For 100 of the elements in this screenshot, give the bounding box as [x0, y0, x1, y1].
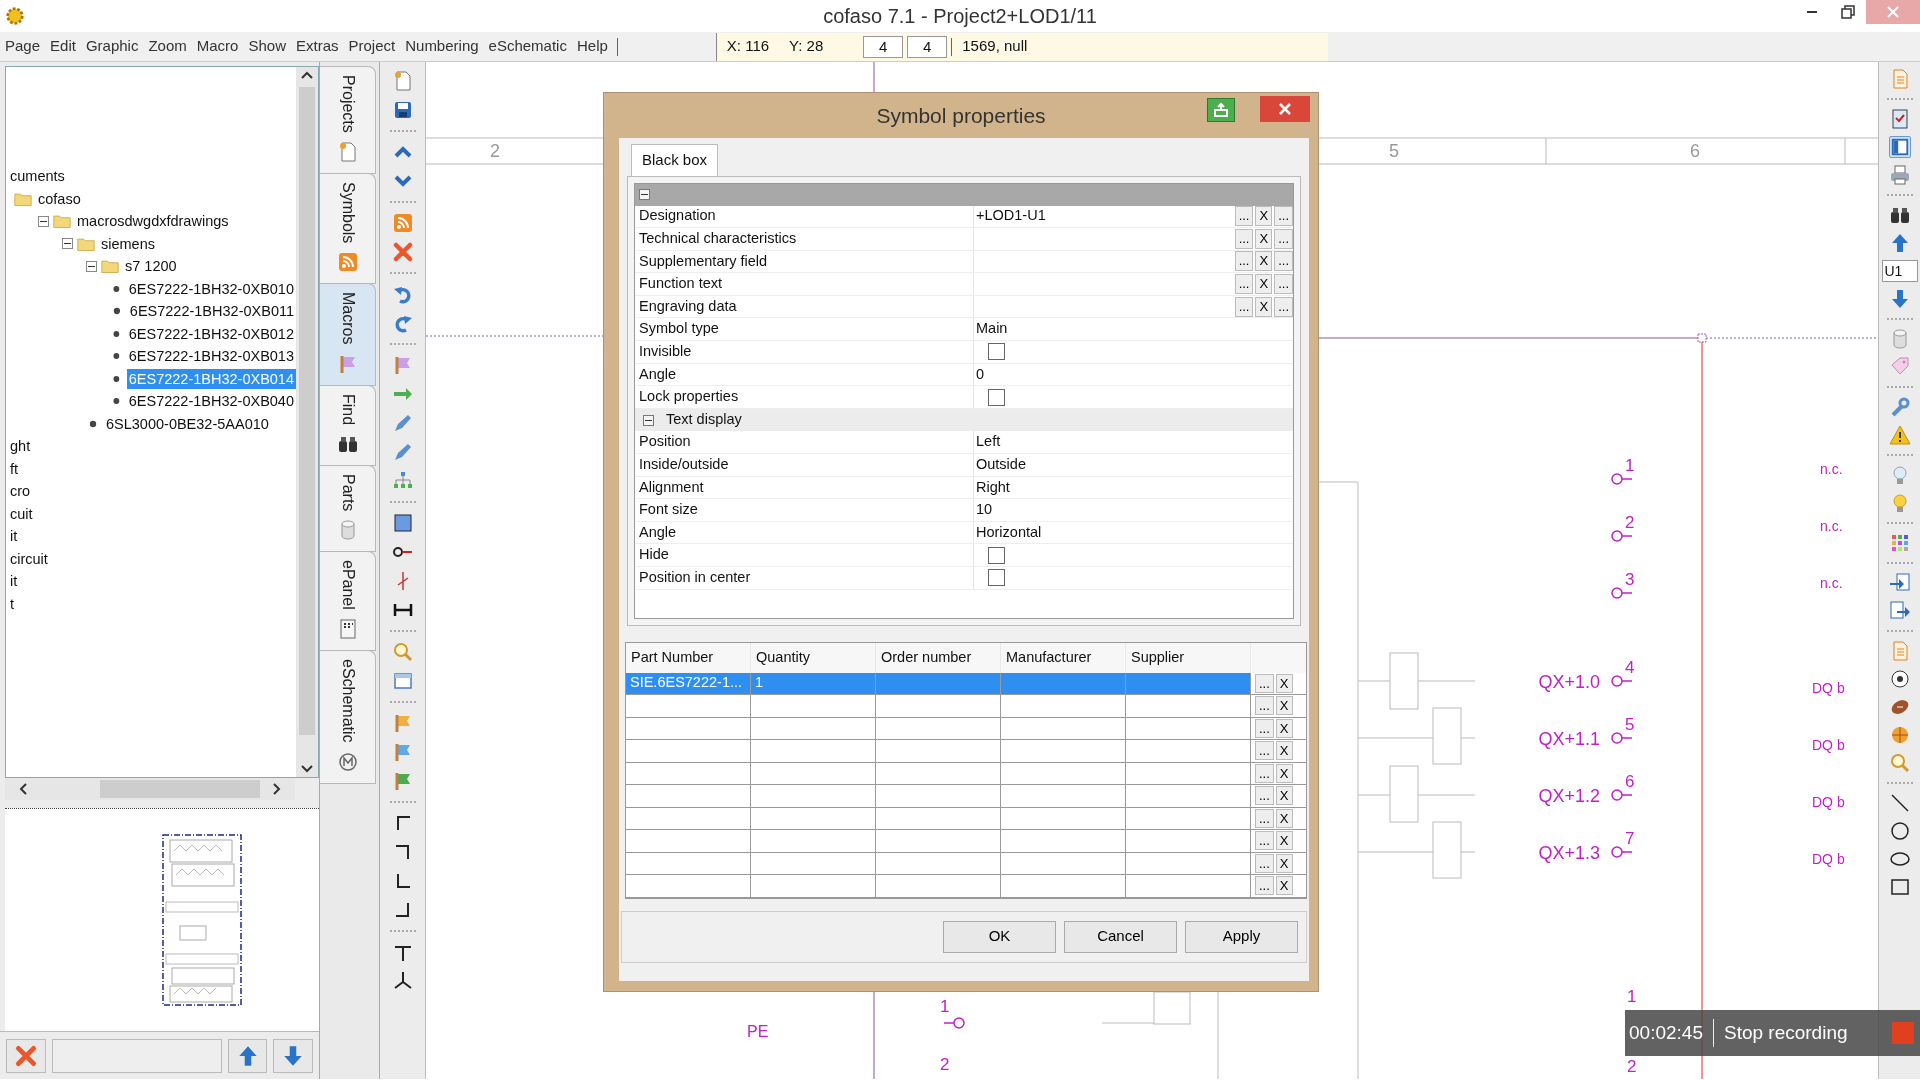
tree-item[interactable]: cuit [8, 503, 35, 524]
warning-icon[interactable] [1888, 424, 1911, 446]
tree-item[interactable]: siemens [99, 233, 157, 254]
field-action-button[interactable]: ... [1274, 206, 1293, 227]
search-icon[interactable] [391, 641, 414, 663]
collapse-toggle[interactable] [86, 260, 97, 272]
field-action-button[interactable]: X [1255, 296, 1273, 317]
tree-item[interactable]: 6ES7222-1BH32-0XB012 [126, 323, 296, 344]
row-action-button[interactable]: X [1275, 853, 1293, 873]
field-action-button[interactable]: ... [1234, 228, 1254, 249]
column-header[interactable]: Manufacturer [1001, 642, 1126, 673]
table-cell[interactable] [876, 672, 1001, 694]
panel-icon[interactable] [1888, 136, 1911, 158]
row-action-button[interactable]: ... [1255, 718, 1274, 738]
row-action-button[interactable]: X [1275, 718, 1293, 738]
import-icon[interactable] [1888, 572, 1911, 594]
row-action-button[interactable]: ... [1255, 831, 1274, 851]
menu-item[interactable]: eSchematic [483, 35, 572, 58]
field-action-button[interactable]: X [1255, 274, 1273, 295]
row-action-button[interactable]: X [1275, 876, 1293, 896]
row-action-button[interactable]: ... [1255, 876, 1274, 896]
grid-field[interactable]: 4 [907, 35, 948, 58]
row-action-button[interactable]: X [1275, 831, 1293, 851]
ball-icon[interactable] [1888, 668, 1911, 690]
menu-item[interactable]: Extras [291, 35, 344, 58]
field-action-button[interactable]: ... [1234, 274, 1254, 295]
menu-item[interactable]: Numbering [400, 35, 484, 58]
field-action-button[interactable]: X [1255, 228, 1273, 249]
table-cell[interactable] [1126, 672, 1251, 694]
tree-item[interactable]: ght [8, 436, 33, 457]
search-icon[interactable] [1888, 752, 1911, 774]
collapse-toggle[interactable] [62, 238, 73, 250]
checkbox[interactable] [988, 569, 1005, 587]
selection-square-icon[interactable] [391, 512, 414, 534]
rectangle-tool-icon[interactable] [1888, 876, 1911, 898]
collapse-toggle[interactable] [643, 414, 654, 426]
table-cell[interactable] [1001, 672, 1126, 694]
side-tab[interactable]: Find [320, 384, 376, 466]
tree-item[interactable]: 6ES7222-1BH32-0XB040 [126, 391, 296, 412]
grid-field[interactable]: 4 [863, 35, 904, 58]
delete-button[interactable] [6, 1038, 46, 1073]
collapse-toggle[interactable] [639, 189, 650, 200]
property-value[interactable]: Left [976, 431, 1001, 454]
tree-item[interactable]: cofaso [36, 188, 83, 209]
tree-item[interactable]: 6ES7222-1BH32-0XB013 [126, 346, 296, 367]
side-tab[interactable]: Projects [320, 66, 376, 174]
dialog-button[interactable]: Cancel [1064, 920, 1177, 953]
row-action-button[interactable]: X [1275, 741, 1293, 761]
property-value[interactable]: Outside [976, 453, 1026, 476]
move-down-button[interactable] [273, 1038, 313, 1073]
property-value[interactable]: Main [976, 318, 1008, 341]
row-action-button[interactable]: ... [1255, 673, 1274, 693]
tree-item[interactable]: cro [8, 481, 33, 502]
tree-item[interactable]: 6ES7222-1BH32-0XB010 [126, 278, 296, 299]
tree-item[interactable]: 6ES7222-1BH32-0XB011 [127, 301, 296, 322]
menu-item[interactable]: Macro [191, 35, 244, 58]
field-action-button[interactable]: X [1255, 251, 1273, 272]
scroll-right-icon[interactable] [273, 783, 281, 795]
property-value[interactable]: Right [976, 476, 1010, 499]
rss-icon[interactable] [391, 212, 414, 234]
row-action-button[interactable]: ... [1255, 696, 1274, 716]
field-action-button[interactable]: ... [1274, 296, 1293, 317]
tree-item[interactable]: it [8, 571, 20, 592]
collapse-toggle[interactable] [38, 215, 49, 227]
scroll-up-icon[interactable] [301, 71, 313, 79]
tree-item[interactable]: circuit [8, 548, 50, 569]
row-action-button[interactable]: X [1275, 786, 1293, 806]
cross-mark-icon[interactable] [391, 241, 414, 263]
input-field[interactable] [51, 1038, 222, 1073]
tree-item[interactable]: 6SL3000-0BE32-5AA010 [104, 413, 271, 434]
row-action-button[interactable]: ... [1255, 741, 1274, 761]
menu-item[interactable]: Project [343, 35, 401, 58]
menu-item[interactable]: Show [243, 35, 291, 58]
export-button[interactable] [1207, 98, 1235, 122]
property-value[interactable]: +LOD1-U1 [976, 207, 1046, 224]
row-action-button[interactable]: X [1275, 808, 1293, 828]
field-action-button[interactable]: ... [1234, 296, 1254, 317]
page-field[interactable]: U1 [1881, 260, 1918, 282]
column-header[interactable]: Quantity [751, 642, 876, 673]
menu-item[interactable]: Edit [45, 35, 81, 58]
field-action-button[interactable]: ... [1234, 206, 1254, 227]
menu-item[interactable]: Page [0, 35, 46, 58]
row-action-button[interactable]: X [1275, 673, 1293, 693]
tree-item[interactable]: cuments [8, 166, 67, 187]
property-value[interactable]: Horizontal [976, 521, 1042, 544]
column-header[interactable]: Order number [876, 642, 1001, 673]
field-action-button[interactable]: X [1255, 206, 1273, 227]
vertical-scrollbar[interactable] [296, 67, 318, 777]
printer-icon[interactable] [1888, 164, 1911, 186]
tree-item[interactable]: s7 1200 [123, 256, 179, 277]
stop-recording-link[interactable]: Stop recording [1713, 1018, 1892, 1048]
row-action-button[interactable]: X [1275, 696, 1293, 716]
side-tab[interactable]: Macros [320, 283, 376, 386]
line-tool-icon[interactable] [1888, 792, 1911, 814]
checkbox[interactable] [988, 343, 1005, 361]
checkbox[interactable] [988, 546, 1005, 564]
field-action-button[interactable]: ... [1234, 251, 1254, 272]
tree-item[interactable]: ft [8, 458, 21, 479]
tree-item[interactable]: macrosdwgdxfdrawings [75, 211, 231, 232]
side-tab[interactable]: eSchematic [320, 649, 376, 784]
